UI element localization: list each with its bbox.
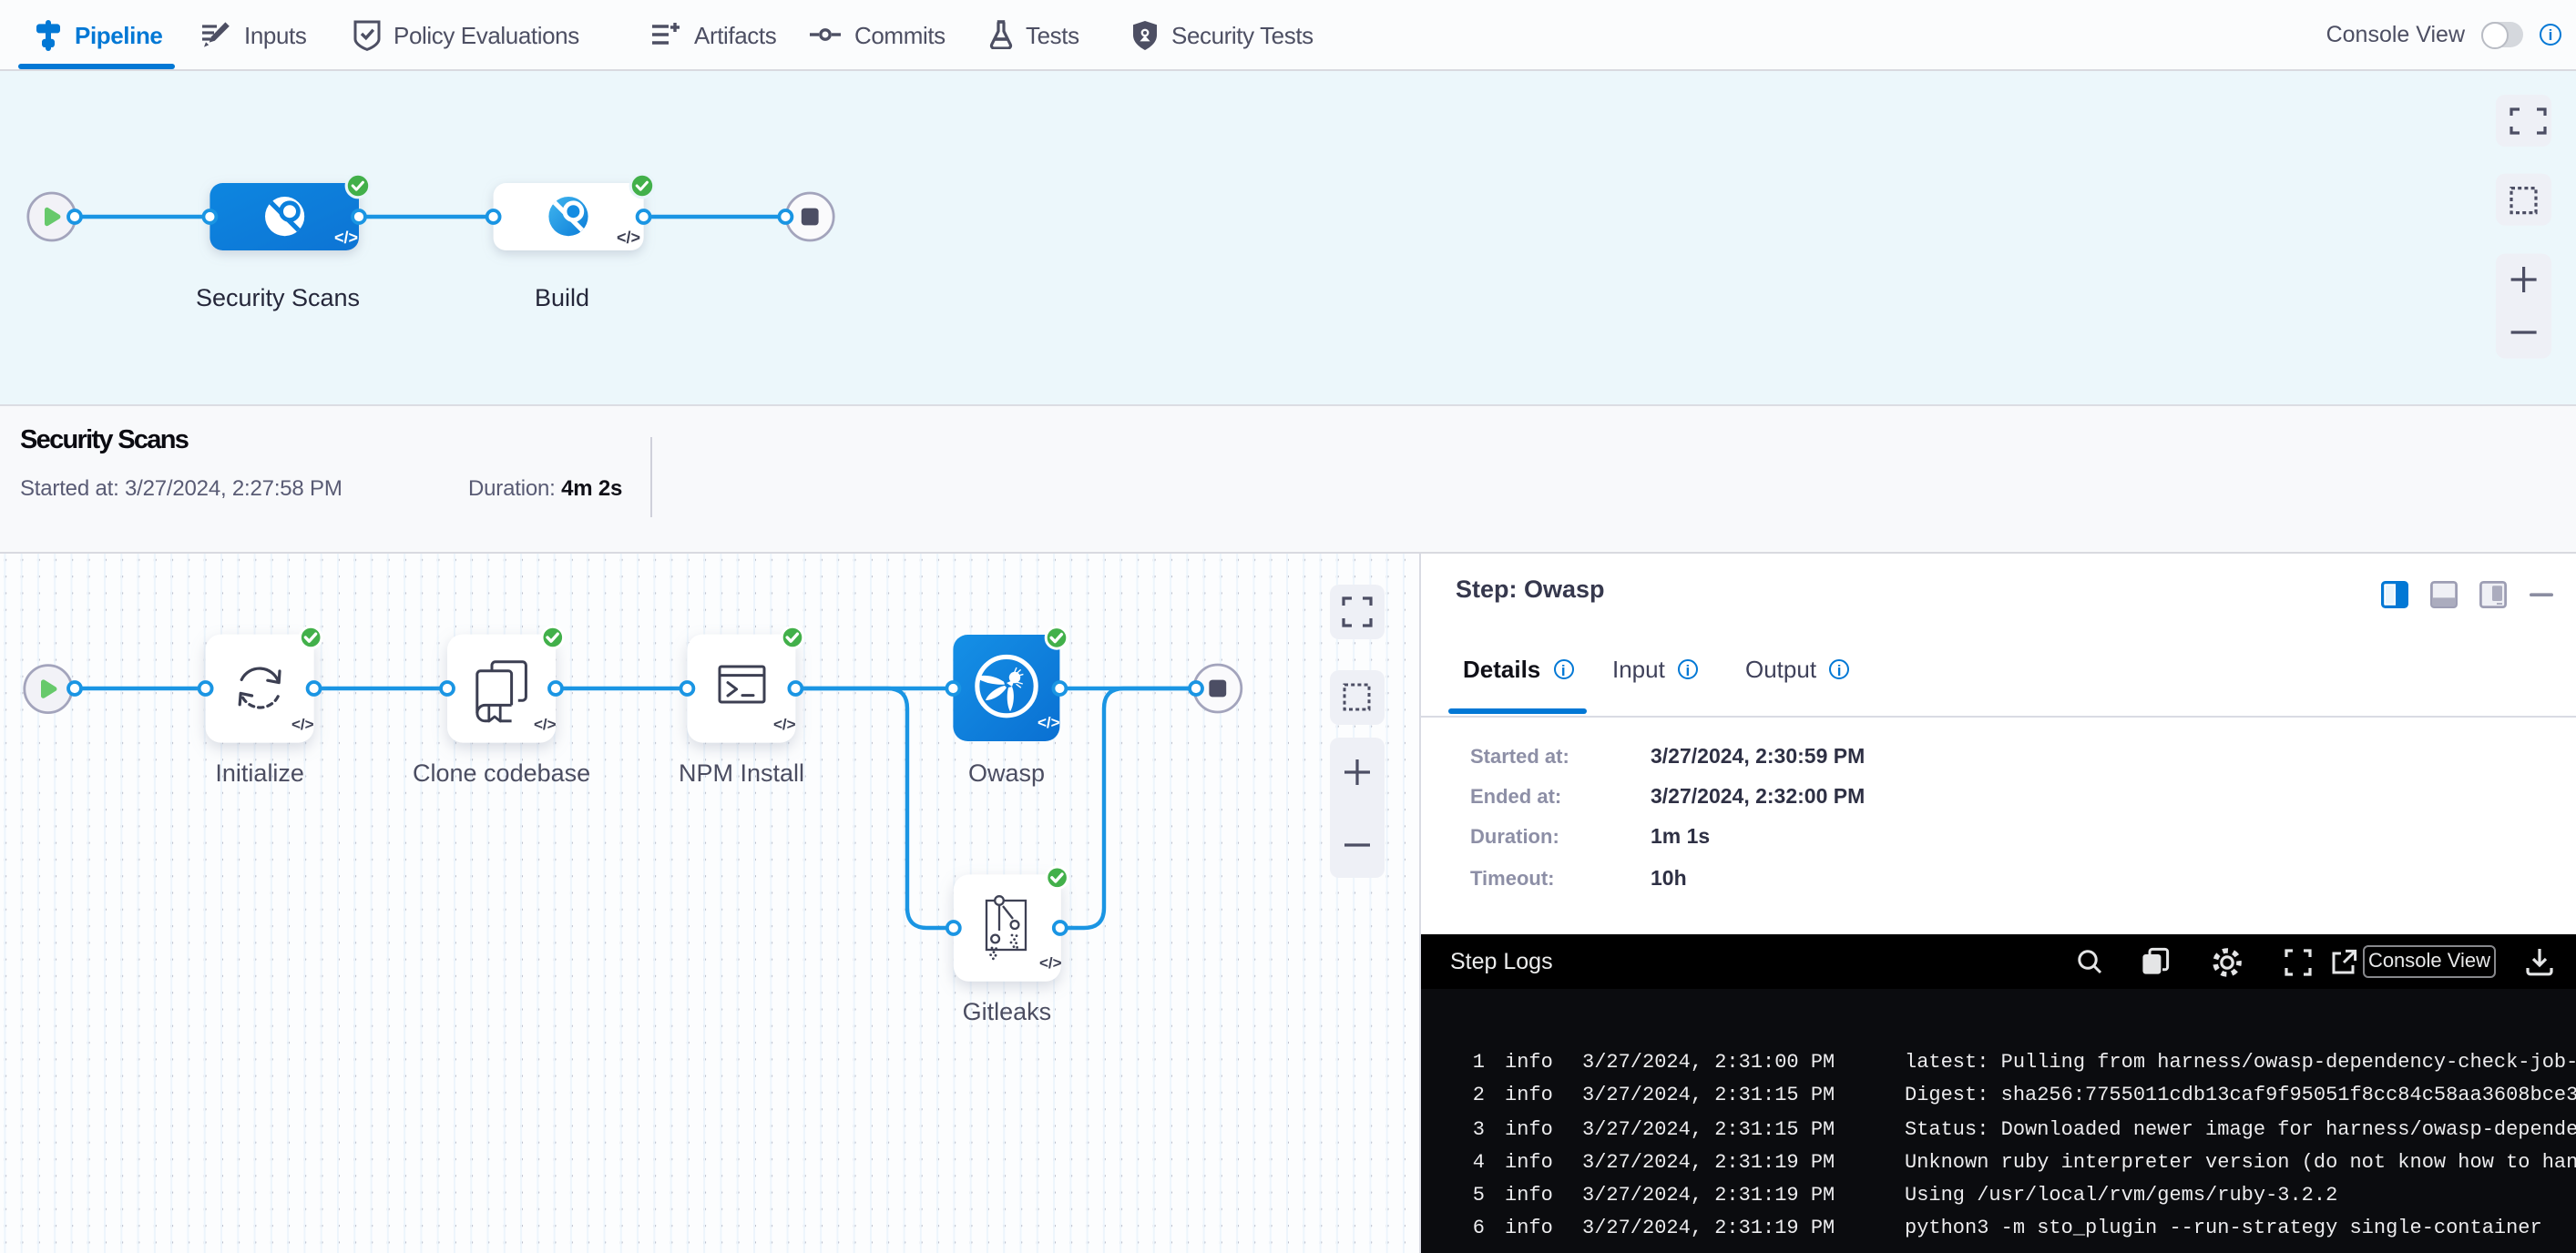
svg-text:</>: </> [773, 716, 796, 733]
svg-text:</>: </> [1038, 714, 1060, 731]
svg-text:</>: </> [334, 229, 358, 247]
svg-text:</>: </> [1039, 954, 1062, 972]
svg-text:</>: </> [617, 229, 640, 247]
svg-text:</>: </> [534, 716, 557, 733]
svg-text:</>: </> [291, 716, 314, 733]
